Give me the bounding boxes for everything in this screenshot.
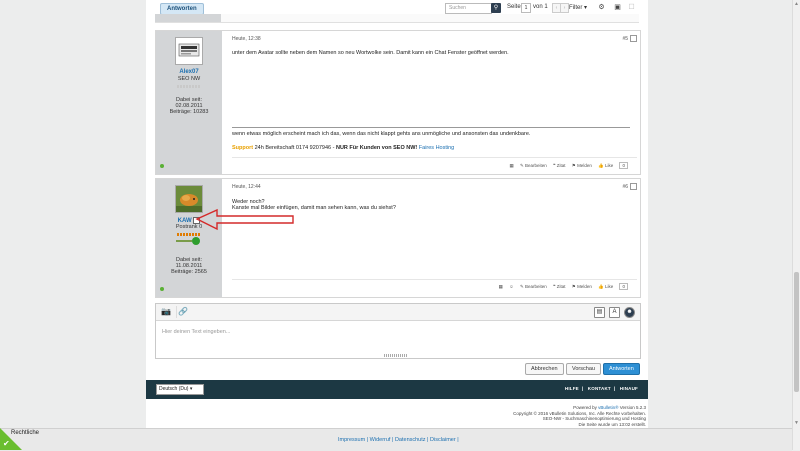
check-icon: ✔	[3, 439, 10, 448]
editor-textarea[interactable]: Hier deinen Text eingeben...	[162, 329, 230, 335]
legal-bar: Rechtliche Impressum | Widerruf | Datens…	[0, 428, 792, 451]
next-page-icon[interactable]: ›	[560, 3, 569, 13]
page-number-input[interactable]: 1	[521, 3, 531, 13]
like-button[interactable]: 👍 Like	[598, 284, 613, 289]
post-select-checkbox[interactable]	[630, 183, 637, 190]
scroll-down-icon[interactable]: ▼	[794, 420, 799, 426]
search-input[interactable]: Suchen	[445, 3, 492, 14]
language-select[interactable]: Deutsch (Du) ▾	[156, 384, 204, 395]
report-button[interactable]: ⚑ Melden	[572, 284, 592, 289]
filter-button[interactable]: Filter ▾	[569, 4, 587, 11]
user-sidebar: KAW Postrank 0 Dabei seit: 11.08.2011 Be…	[156, 179, 222, 297]
previous-post-footer	[155, 14, 639, 23]
preview-button[interactable]: Vorschau	[566, 363, 601, 375]
username[interactable]: Alex07	[156, 69, 222, 75]
page-count: von 1	[533, 4, 548, 10]
post-6: KAW Postrank 0 Dabei seit: 11.08.2011 Be…	[155, 178, 641, 298]
signature-divider	[232, 127, 630, 128]
footer-links: HILFE | KONTAKT | HINAUF	[564, 386, 638, 391]
reply-editor: 📷 🔗 ▤ A ☻ Hier deinen Text eingeben...	[155, 303, 641, 359]
legal-links[interactable]: Impressum | Widerruf | Datenschutz | Dis…	[338, 437, 459, 443]
previous-post-sidebar	[155, 14, 221, 22]
contact-link[interactable]: KONTAKT	[588, 386, 611, 391]
search-icon[interactable]: ⚲	[491, 3, 501, 13]
camera-icon[interactable]: 📷	[160, 306, 172, 318]
action-divider	[232, 157, 637, 158]
editor-toolbar: 📷 🔗 ▤ A ☻	[156, 304, 640, 321]
user-sidebar: Alex07 SEO NW Dabei seit: 02.08.2011 Bei…	[156, 31, 222, 174]
post-number[interactable]: #6	[622, 184, 628, 190]
page-label: Seite	[507, 4, 521, 10]
post-5: Alex07 SEO NW Dabei seit: 02.08.2011 Bei…	[155, 30, 641, 175]
post-count: Beiträge: 2565	[171, 269, 207, 275]
checkbox-icon[interactable]: ☐	[627, 3, 636, 12]
quote-button[interactable]: ❝ Zitat	[553, 284, 565, 289]
like-count: 0	[619, 283, 628, 290]
like-button[interactable]: 👍 Like	[598, 163, 613, 168]
report-button[interactable]: ⚑ Melden	[572, 163, 592, 168]
post-date: Heute, 12:38	[232, 36, 261, 42]
post-date: Heute, 12:44	[232, 184, 261, 190]
edit-button[interactable]: ✎ Bearbeiten	[520, 284, 547, 289]
site-footer: Deutsch (Du) ▾ HILFE | KONTAKT | HINAUF	[146, 380, 648, 399]
support-brand: Support	[232, 145, 254, 151]
seo-logo-avatar	[178, 43, 200, 57]
top-link[interactable]: HINAUF	[620, 386, 638, 391]
online-status-icon	[160, 164, 164, 168]
hosting-link[interactable]: Faires Hosting	[417, 145, 454, 151]
credits: Powered by vBulletin® Version 5.2.3 Copy…	[513, 405, 646, 427]
quote-button[interactable]: ❝ Zitat	[553, 163, 565, 168]
cancel-button[interactable]: Abbrechen	[525, 363, 564, 375]
reputation-bar	[177, 85, 201, 88]
link-icon[interactable]: 🔗	[176, 306, 189, 318]
online-status-icon	[160, 287, 164, 291]
post-number[interactable]: #5	[622, 36, 628, 42]
gear-icon[interactable]: ⚙	[597, 3, 606, 12]
image-icon[interactable]: ▣	[613, 3, 622, 12]
post-select-checkbox[interactable]	[630, 35, 637, 42]
post-actions: ▦ ☺ ✎ Bearbeiten ❝ Zitat ⚑ Melden 👍 Like…	[494, 283, 628, 290]
like-count: 0	[619, 162, 628, 169]
signature-support: Support 24h Bereitschaft 0174 9207946 - …	[232, 145, 454, 152]
thread-toolbar: Antworten Suchen ⚲ Seite 1 von 1 ‹ › Fil…	[155, 2, 639, 15]
post-count: Beiträge: 10283	[169, 109, 209, 115]
signature-line: wenn etwas möglich erscheint mach ich da…	[232, 131, 531, 137]
comment-icon[interactable]: ☺	[509, 284, 514, 289]
support-customers: NUR Für Kunden von SEO NW!	[335, 145, 418, 151]
share-icon[interactable]: ▦	[499, 284, 503, 289]
resize-handle[interactable]	[384, 354, 408, 357]
vbulletin-link[interactable]: vBulletin®	[598, 405, 618, 410]
post-actions: ▦ ✎ Bearbeiten ❝ Zitat ⚑ Melden 👍 Like 0	[504, 162, 628, 169]
edit-button[interactable]: ✎ Bearbeiten	[520, 163, 547, 168]
font-icon[interactable]: A	[609, 307, 620, 318]
progress-line	[176, 240, 192, 242]
submit-button[interactable]: Antworten	[603, 363, 640, 375]
scroll-thumb[interactable]	[794, 272, 799, 392]
source-icon[interactable]: ▤	[594, 307, 605, 318]
reputation-bar	[177, 233, 201, 236]
rank-badge-icon	[192, 237, 200, 245]
annotation-arrow	[195, 208, 294, 231]
user-rank: SEO NW	[177, 76, 201, 82]
share-icon[interactable]: ▦	[509, 163, 513, 168]
smiley-icon[interactable]: ☻	[624, 307, 635, 318]
support-hotline: 24h Bereitschaft 0174 9207946 -	[253, 145, 336, 151]
post-content: unter dem Avatar sollte neben dem Namen …	[232, 50, 509, 56]
page-scrollbar[interactable]: ▲ ▼	[792, 0, 800, 450]
scroll-up-icon[interactable]: ▲	[794, 1, 799, 7]
help-link[interactable]: HILFE	[565, 386, 579, 391]
avatar[interactable]	[175, 37, 203, 65]
action-divider	[232, 279, 637, 280]
